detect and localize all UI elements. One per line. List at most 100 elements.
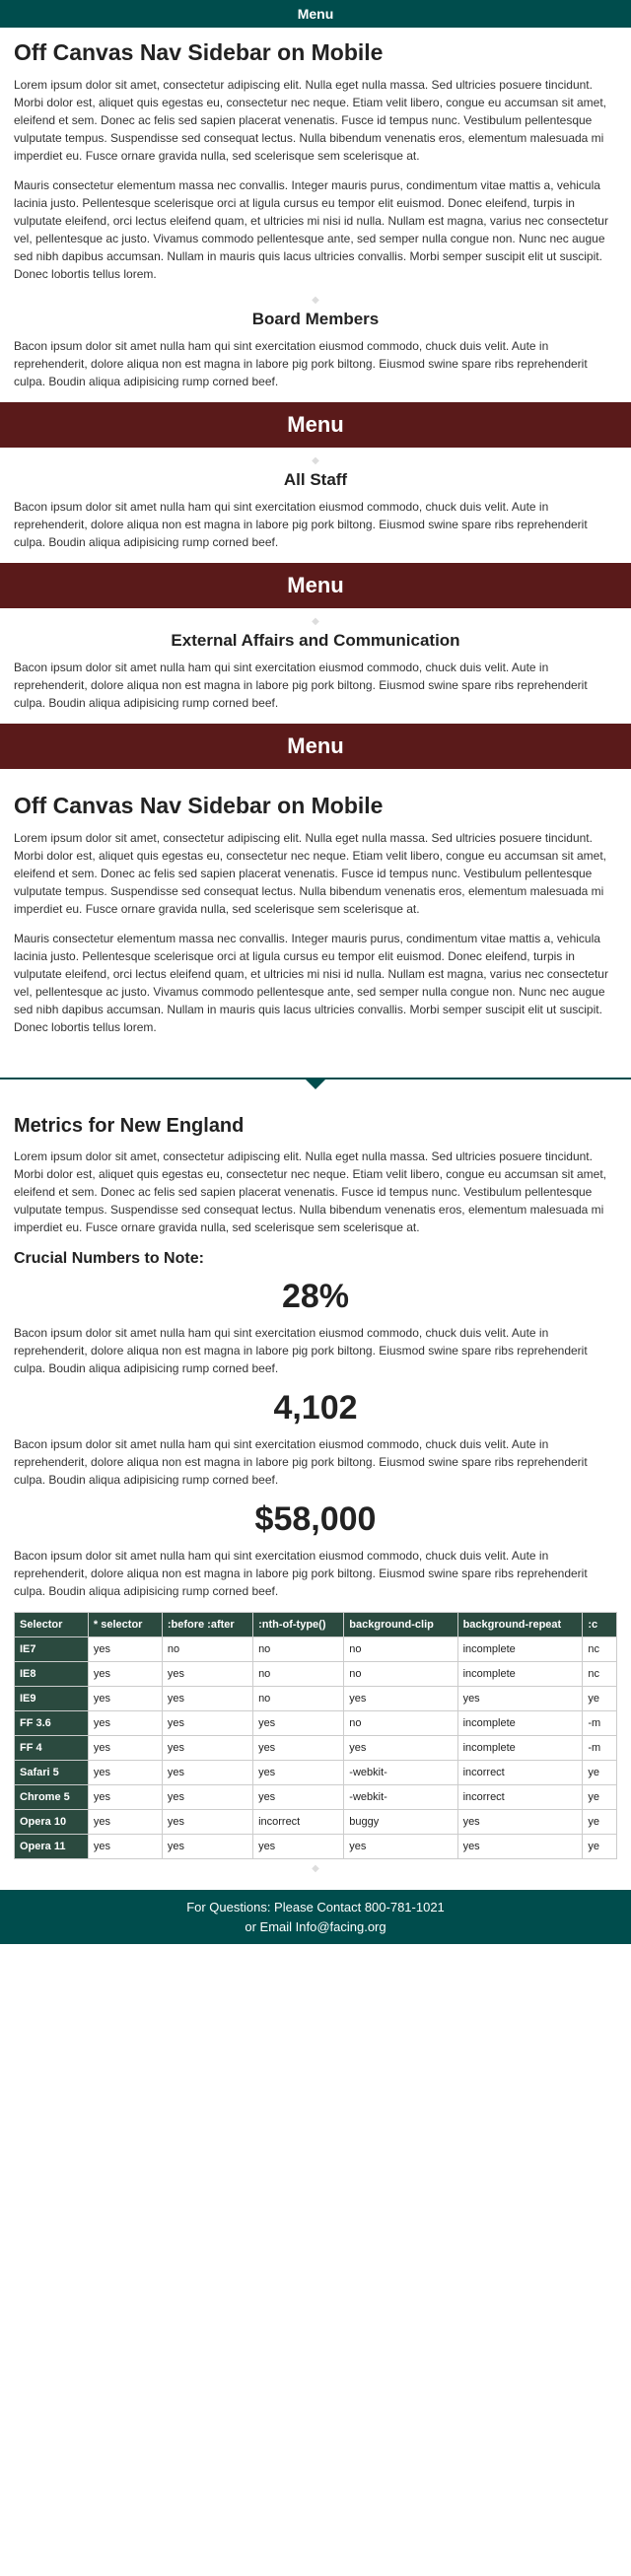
section-text: Bacon ipsum dolor sit amet nulla ham qui… (14, 659, 617, 712)
table-row-label: Opera 10 (15, 1810, 89, 1835)
table-cell: nc (583, 1662, 617, 1687)
page2-para-1: Lorem ipsum dolor sit amet, consectetur … (14, 829, 617, 918)
table-cell: yes (162, 1736, 252, 1761)
section-heading: External Affairs and Communication (14, 631, 617, 651)
table-cell: yes (162, 1711, 252, 1736)
table-cell: yes (162, 1835, 252, 1859)
section-menu-bar[interactable]: Menu (0, 563, 631, 608)
top-menu-bar[interactable]: Menu (0, 0, 631, 28)
table-header-cell: background-clip (344, 1613, 457, 1637)
metric-text: Bacon ipsum dolor sit amet nulla ham qui… (14, 1324, 617, 1377)
table-cell: nc (583, 1637, 617, 1662)
table-cell: no (253, 1662, 344, 1687)
table-cell: yes (88, 1810, 162, 1835)
metric-text: Bacon ipsum dolor sit amet nulla ham qui… (14, 1547, 617, 1600)
table-cell: yes (88, 1711, 162, 1736)
table-cell: yes (457, 1810, 583, 1835)
table-cell: buggy (344, 1810, 457, 1835)
table-header-cell: :nth-of-type() (253, 1613, 344, 1637)
footer-line-1: For Questions: Please Contact 800-781-10… (0, 1898, 631, 1917)
table-row-label: Opera 11 (15, 1835, 89, 1859)
table-cell: incomplete (457, 1637, 583, 1662)
chevron-down-icon (306, 1079, 325, 1089)
table-cell: incomplete (457, 1662, 583, 1687)
table-row: Chrome 5yesyesyes-webkit-incorrectye (15, 1785, 617, 1810)
metrics-title: Metrics for New England (14, 1115, 617, 1138)
table-cell: yes (88, 1785, 162, 1810)
table-cell: no (253, 1637, 344, 1662)
table-cell: yes (162, 1785, 252, 1810)
table-row-label: IE9 (15, 1687, 89, 1711)
table-cell: yes (253, 1761, 344, 1785)
section-text: Bacon ipsum dolor sit amet nulla ham qui… (14, 498, 617, 551)
table-row: Safari 5yesyesyes-webkit-incorrectye (15, 1761, 617, 1785)
table-cell: yes (162, 1687, 252, 1711)
table-cell: no (162, 1637, 252, 1662)
table-cell: no (344, 1662, 457, 1687)
page2-para-2: Mauris consectetur elementum massa nec c… (14, 930, 617, 1036)
table-row-label: Chrome 5 (15, 1785, 89, 1810)
table-cell: yes (457, 1835, 583, 1859)
table-row-label: FF 3.6 (15, 1711, 89, 1736)
table-cell: ye (583, 1810, 617, 1835)
section-heading: All Staff (14, 470, 617, 490)
table-cell: yes (88, 1662, 162, 1687)
table-header-cell: Selector (15, 1613, 89, 1637)
table-cell: ye (583, 1687, 617, 1711)
table-cell: yes (88, 1736, 162, 1761)
table-row: FF 3.6yesyesyesnoincomplete-m (15, 1711, 617, 1736)
table-cell: no (344, 1711, 457, 1736)
section-heading: Board Members (14, 310, 617, 329)
intro-para-2: Mauris consectetur elementum massa nec c… (14, 176, 617, 283)
table-cell: yes (253, 1736, 344, 1761)
table-cell: yes (344, 1736, 457, 1761)
table-cell: ye (583, 1785, 617, 1810)
diamond-divider: ◆ (14, 1863, 617, 1874)
table-cell: yes (253, 1835, 344, 1859)
table-row: IE9yesyesnoyesyesye (15, 1687, 617, 1711)
crucial-numbers-label: Crucial Numbers to Note: (14, 1250, 617, 1268)
table-cell: no (344, 1637, 457, 1662)
metric-text: Bacon ipsum dolor sit amet nulla ham qui… (14, 1435, 617, 1489)
table-cell: ye (583, 1835, 617, 1859)
table-row: Opera 11yesyesyesyesyesye (15, 1835, 617, 1859)
metric-value: $58,000 (14, 1500, 617, 1539)
table-cell: -m (583, 1736, 617, 1761)
intro-para-1: Lorem ipsum dolor sit amet, consectetur … (14, 76, 617, 165)
table-cell: yes (88, 1637, 162, 1662)
page-footer: For Questions: Please Contact 800-781-10… (0, 1890, 631, 1944)
section-menu-bar[interactable]: Menu (0, 724, 631, 769)
table-row: Opera 10yesyesincorrectbuggyyesye (15, 1810, 617, 1835)
table-cell: yes (253, 1785, 344, 1810)
table-cell: yes (162, 1662, 252, 1687)
diamond-divider: ◆ (14, 295, 617, 306)
table-cell: yes (88, 1835, 162, 1859)
table-row: IE7yesnononoincompletenc (15, 1637, 617, 1662)
compat-table: Selector* selector:before :after:nth-of-… (14, 1612, 617, 1859)
table-cell: yes (162, 1810, 252, 1835)
page-title: Off Canvas Nav Sidebar on Mobile (14, 39, 617, 66)
table-cell: ye (583, 1761, 617, 1785)
table-header-cell: background-repeat (457, 1613, 583, 1637)
metric-value: 4,102 (14, 1389, 617, 1427)
table-cell: yes (253, 1711, 344, 1736)
section-text: Bacon ipsum dolor sit amet nulla ham qui… (14, 337, 617, 390)
table-cell: incorrect (457, 1785, 583, 1810)
table-row-label: IE7 (15, 1637, 89, 1662)
table-row: FF 4yesyesyesyesincomplete-m (15, 1736, 617, 1761)
table-cell: yes (88, 1687, 162, 1711)
compat-table-wrap: Selector* selector:before :after:nth-of-… (14, 1612, 617, 1859)
table-cell: -m (583, 1711, 617, 1736)
page2-title: Off Canvas Nav Sidebar on Mobile (14, 793, 617, 819)
table-cell: incorrect (253, 1810, 344, 1835)
table-cell: -webkit- (344, 1761, 457, 1785)
table-header-cell: :c (583, 1613, 617, 1637)
table-cell: yes (457, 1687, 583, 1711)
table-header-cell: :before :after (162, 1613, 252, 1637)
table-row-label: Safari 5 (15, 1761, 89, 1785)
table-row: IE8yesyesnonoincompletenc (15, 1662, 617, 1687)
section-menu-bar[interactable]: Menu (0, 402, 631, 448)
table-row-label: IE8 (15, 1662, 89, 1687)
table-cell: -webkit- (344, 1785, 457, 1810)
table-cell: incorrect (457, 1761, 583, 1785)
